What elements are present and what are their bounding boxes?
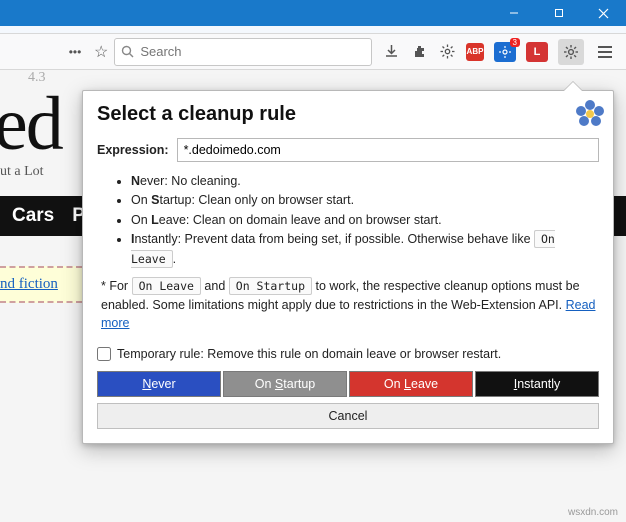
- badge-letter: L: [534, 46, 541, 58]
- popup-title: Select a cleanup rule: [97, 103, 599, 126]
- window-titlebar: [0, 0, 626, 26]
- expression-input[interactable]: [177, 138, 599, 162]
- page-actions-icon[interactable]: •••: [66, 43, 84, 61]
- code-on-leave: On Leave: [132, 277, 201, 295]
- action-buttons: Never On Startup On Leave Instantly: [97, 371, 599, 397]
- instantly-button[interactable]: Instantly: [475, 371, 599, 397]
- gear-icon: [499, 46, 511, 58]
- settings-gear-icon[interactable]: [438, 43, 456, 61]
- expression-label: Expression:: [97, 143, 169, 157]
- cancel-button[interactable]: Cancel: [97, 403, 599, 429]
- bookmark-star-icon[interactable]: ☆: [94, 42, 108, 62]
- highlighted-link-box: nd fiction: [0, 266, 82, 303]
- temporary-rule-row: Temporary rule: Remove this rule on doma…: [97, 347, 599, 361]
- fiction-link[interactable]: nd fiction: [0, 276, 58, 292]
- rule-startup: On Startup: Clean only on browser start.: [131, 191, 599, 210]
- extension-badge-red[interactable]: L: [526, 42, 548, 62]
- search-icon: [121, 45, 134, 58]
- toolbar-icons: ABP 3 L: [378, 39, 620, 65]
- popup-arrow: [563, 81, 583, 91]
- badge-count: 3: [510, 38, 520, 47]
- rule-leave: On Leave: Clean on domain leave and on b…: [131, 211, 599, 230]
- extension-badge-blue[interactable]: 3: [494, 42, 516, 62]
- search-box[interactable]: [114, 38, 372, 66]
- tab-strip: [0, 26, 626, 34]
- search-input[interactable]: [140, 44, 365, 59]
- note-text: * For On Leave and On Startup to work, t…: [97, 277, 599, 333]
- adblock-icon[interactable]: ABP: [466, 43, 484, 61]
- flower-icon: [575, 99, 605, 129]
- rule-descriptions: Never: No cleaning. On Startup: Clean on…: [97, 172, 599, 269]
- gear-icon: [563, 44, 579, 60]
- rule-never: Never: No cleaning.: [131, 172, 599, 191]
- temporary-rule-checkbox[interactable]: [97, 347, 111, 361]
- code-on-startup: On Startup: [229, 277, 312, 295]
- watermark: wsxdn.com: [568, 507, 618, 518]
- temporary-rule-label: Temporary rule: Remove this rule on doma…: [117, 347, 501, 361]
- downloads-icon[interactable]: [382, 43, 400, 61]
- minimize-button[interactable]: [491, 0, 536, 26]
- page-rating: 4.3: [28, 70, 626, 86]
- forget-me-not-icon[interactable]: [558, 39, 584, 65]
- expression-row: Expression:: [97, 138, 599, 162]
- on-leave-button[interactable]: On Leave: [349, 371, 473, 397]
- cleanup-rule-popup: Select a cleanup rule Expression: Never:…: [82, 90, 614, 444]
- browser-toolbar: ••• ☆ ABP 3 L: [0, 34, 626, 70]
- menu-hamburger-icon[interactable]: [594, 42, 616, 62]
- rule-instantly: Instantly: Prevent data from being set, …: [131, 230, 599, 269]
- nav-item-cars[interactable]: Cars: [12, 205, 54, 227]
- never-button[interactable]: Never: [97, 371, 221, 397]
- on-startup-button[interactable]: On Startup: [223, 371, 347, 397]
- extensions-icon[interactable]: [410, 43, 428, 61]
- maximize-button[interactable]: [536, 0, 581, 26]
- close-button[interactable]: [581, 0, 626, 26]
- url-bar-actions: ••• ☆: [6, 42, 108, 62]
